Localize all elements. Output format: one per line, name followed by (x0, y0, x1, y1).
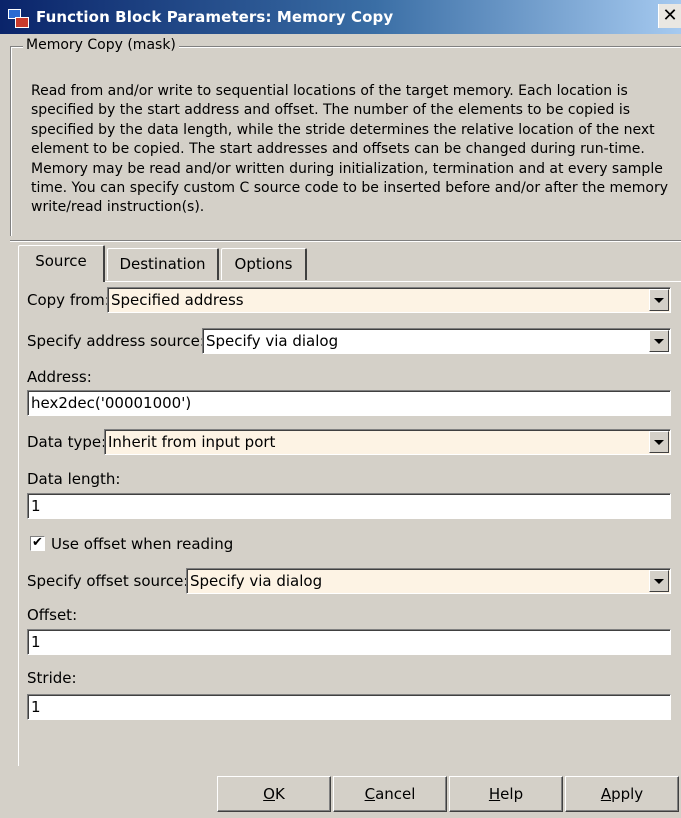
cancel-mnemonic: C (364, 785, 376, 803)
tab-destination[interactable]: Destination (107, 248, 219, 280)
tab-source-label: Source (35, 252, 87, 270)
ok-button[interactable]: OK (217, 776, 331, 812)
cancel-label: ancel (375, 785, 416, 803)
ok-mnemonic: O (263, 785, 275, 803)
tab-options-label: Options (234, 255, 293, 273)
close-button[interactable]: ✕ (658, 4, 681, 28)
close-icon: ✕ (662, 5, 678, 26)
tab-panel-source (18, 281, 681, 766)
help-mnemonic: H (488, 785, 501, 803)
separator (10, 240, 681, 242)
apply-mnemonic: A (600, 785, 612, 803)
help-button[interactable]: Help (449, 776, 563, 812)
ok-label: K (274, 785, 285, 803)
tab-destination-label: Destination (119, 255, 206, 273)
window-title: Function Block Parameters: Memory Copy (36, 8, 394, 26)
title-bar[interactable]: Function Block Parameters: Memory Copy ✕ (0, 0, 681, 34)
simulink-block-icon (8, 7, 29, 28)
tab-options[interactable]: Options (221, 248, 307, 280)
mask-description: Read from and/or write to sequential loc… (31, 83, 669, 216)
cancel-button[interactable]: Cancel (333, 776, 447, 812)
apply-label: pply (611, 785, 644, 803)
help-label: elp (500, 785, 524, 803)
apply-button[interactable]: Apply (565, 776, 679, 812)
mask-legend: Memory Copy (mask) (23, 37, 179, 53)
tab-source[interactable]: Source (18, 245, 105, 282)
